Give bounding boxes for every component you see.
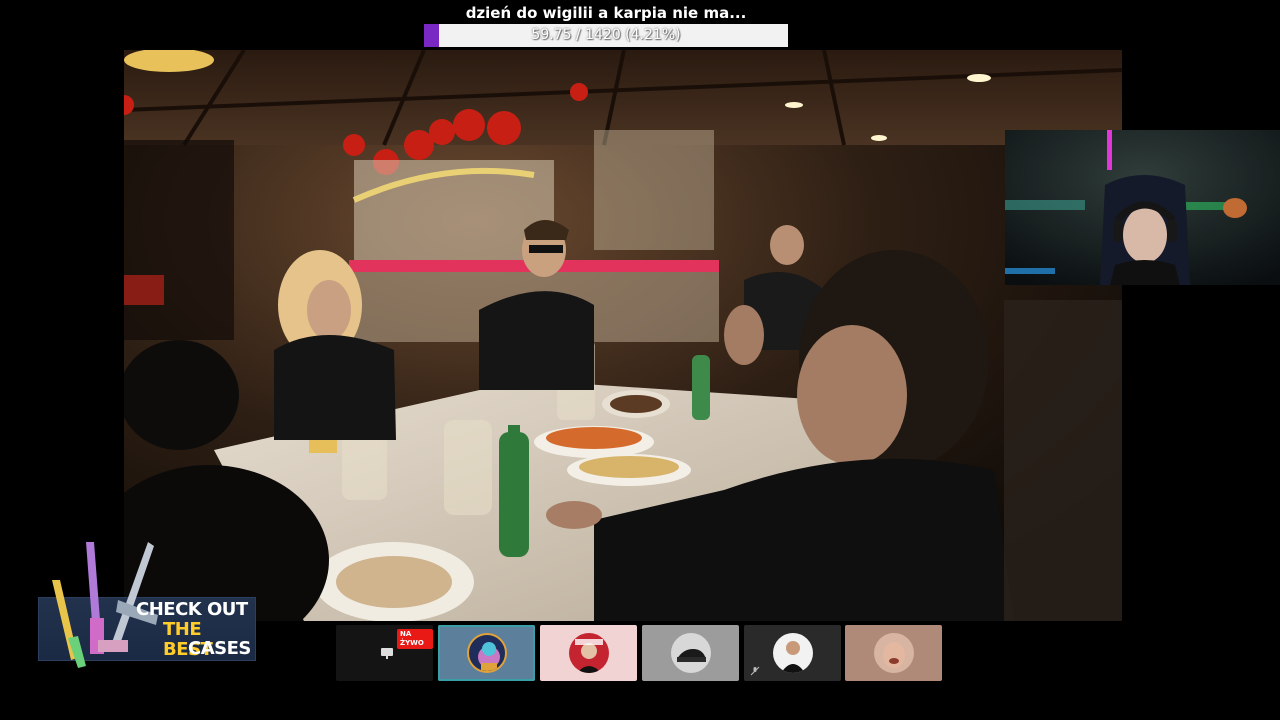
participant-tile-2[interactable] xyxy=(438,625,535,681)
streamer-webcam xyxy=(1005,130,1280,285)
avatar xyxy=(773,633,813,673)
participant-tile-screen-share[interactable]: NA ŻYWO xyxy=(336,625,433,681)
goal-title: dzień do wigilii a karpia nie ma... xyxy=(465,4,747,22)
avatar xyxy=(874,633,914,673)
goal-progress-bar: 59.75 / 1420 (4.21%) xyxy=(424,24,788,47)
webcam-image xyxy=(1005,130,1280,285)
avatar xyxy=(467,633,507,673)
promo-line-1: CHECK OUT xyxy=(136,599,248,620)
promo-line-3: CASES xyxy=(188,638,251,659)
participant-tile-4[interactable] xyxy=(642,625,739,681)
participant-tile-5[interactable] xyxy=(744,625,841,681)
avatar xyxy=(569,633,609,673)
main-video-frame[interactable] xyxy=(124,50,1122,621)
promo-banner[interactable]: CHECK OUT THE BEST CASES xyxy=(38,540,256,668)
screen-share-icon xyxy=(381,648,393,659)
goal-progress-text: 59.75 / 1420 (4.21%) xyxy=(531,27,681,43)
restaurant-scene-image xyxy=(124,50,1122,621)
mic-muted-icon xyxy=(750,666,760,676)
live-badge: NA ŻYWO xyxy=(397,629,433,649)
avatar xyxy=(671,633,711,673)
participant-tile-3[interactable] xyxy=(540,625,637,681)
participant-tile-6[interactable] xyxy=(845,625,942,681)
